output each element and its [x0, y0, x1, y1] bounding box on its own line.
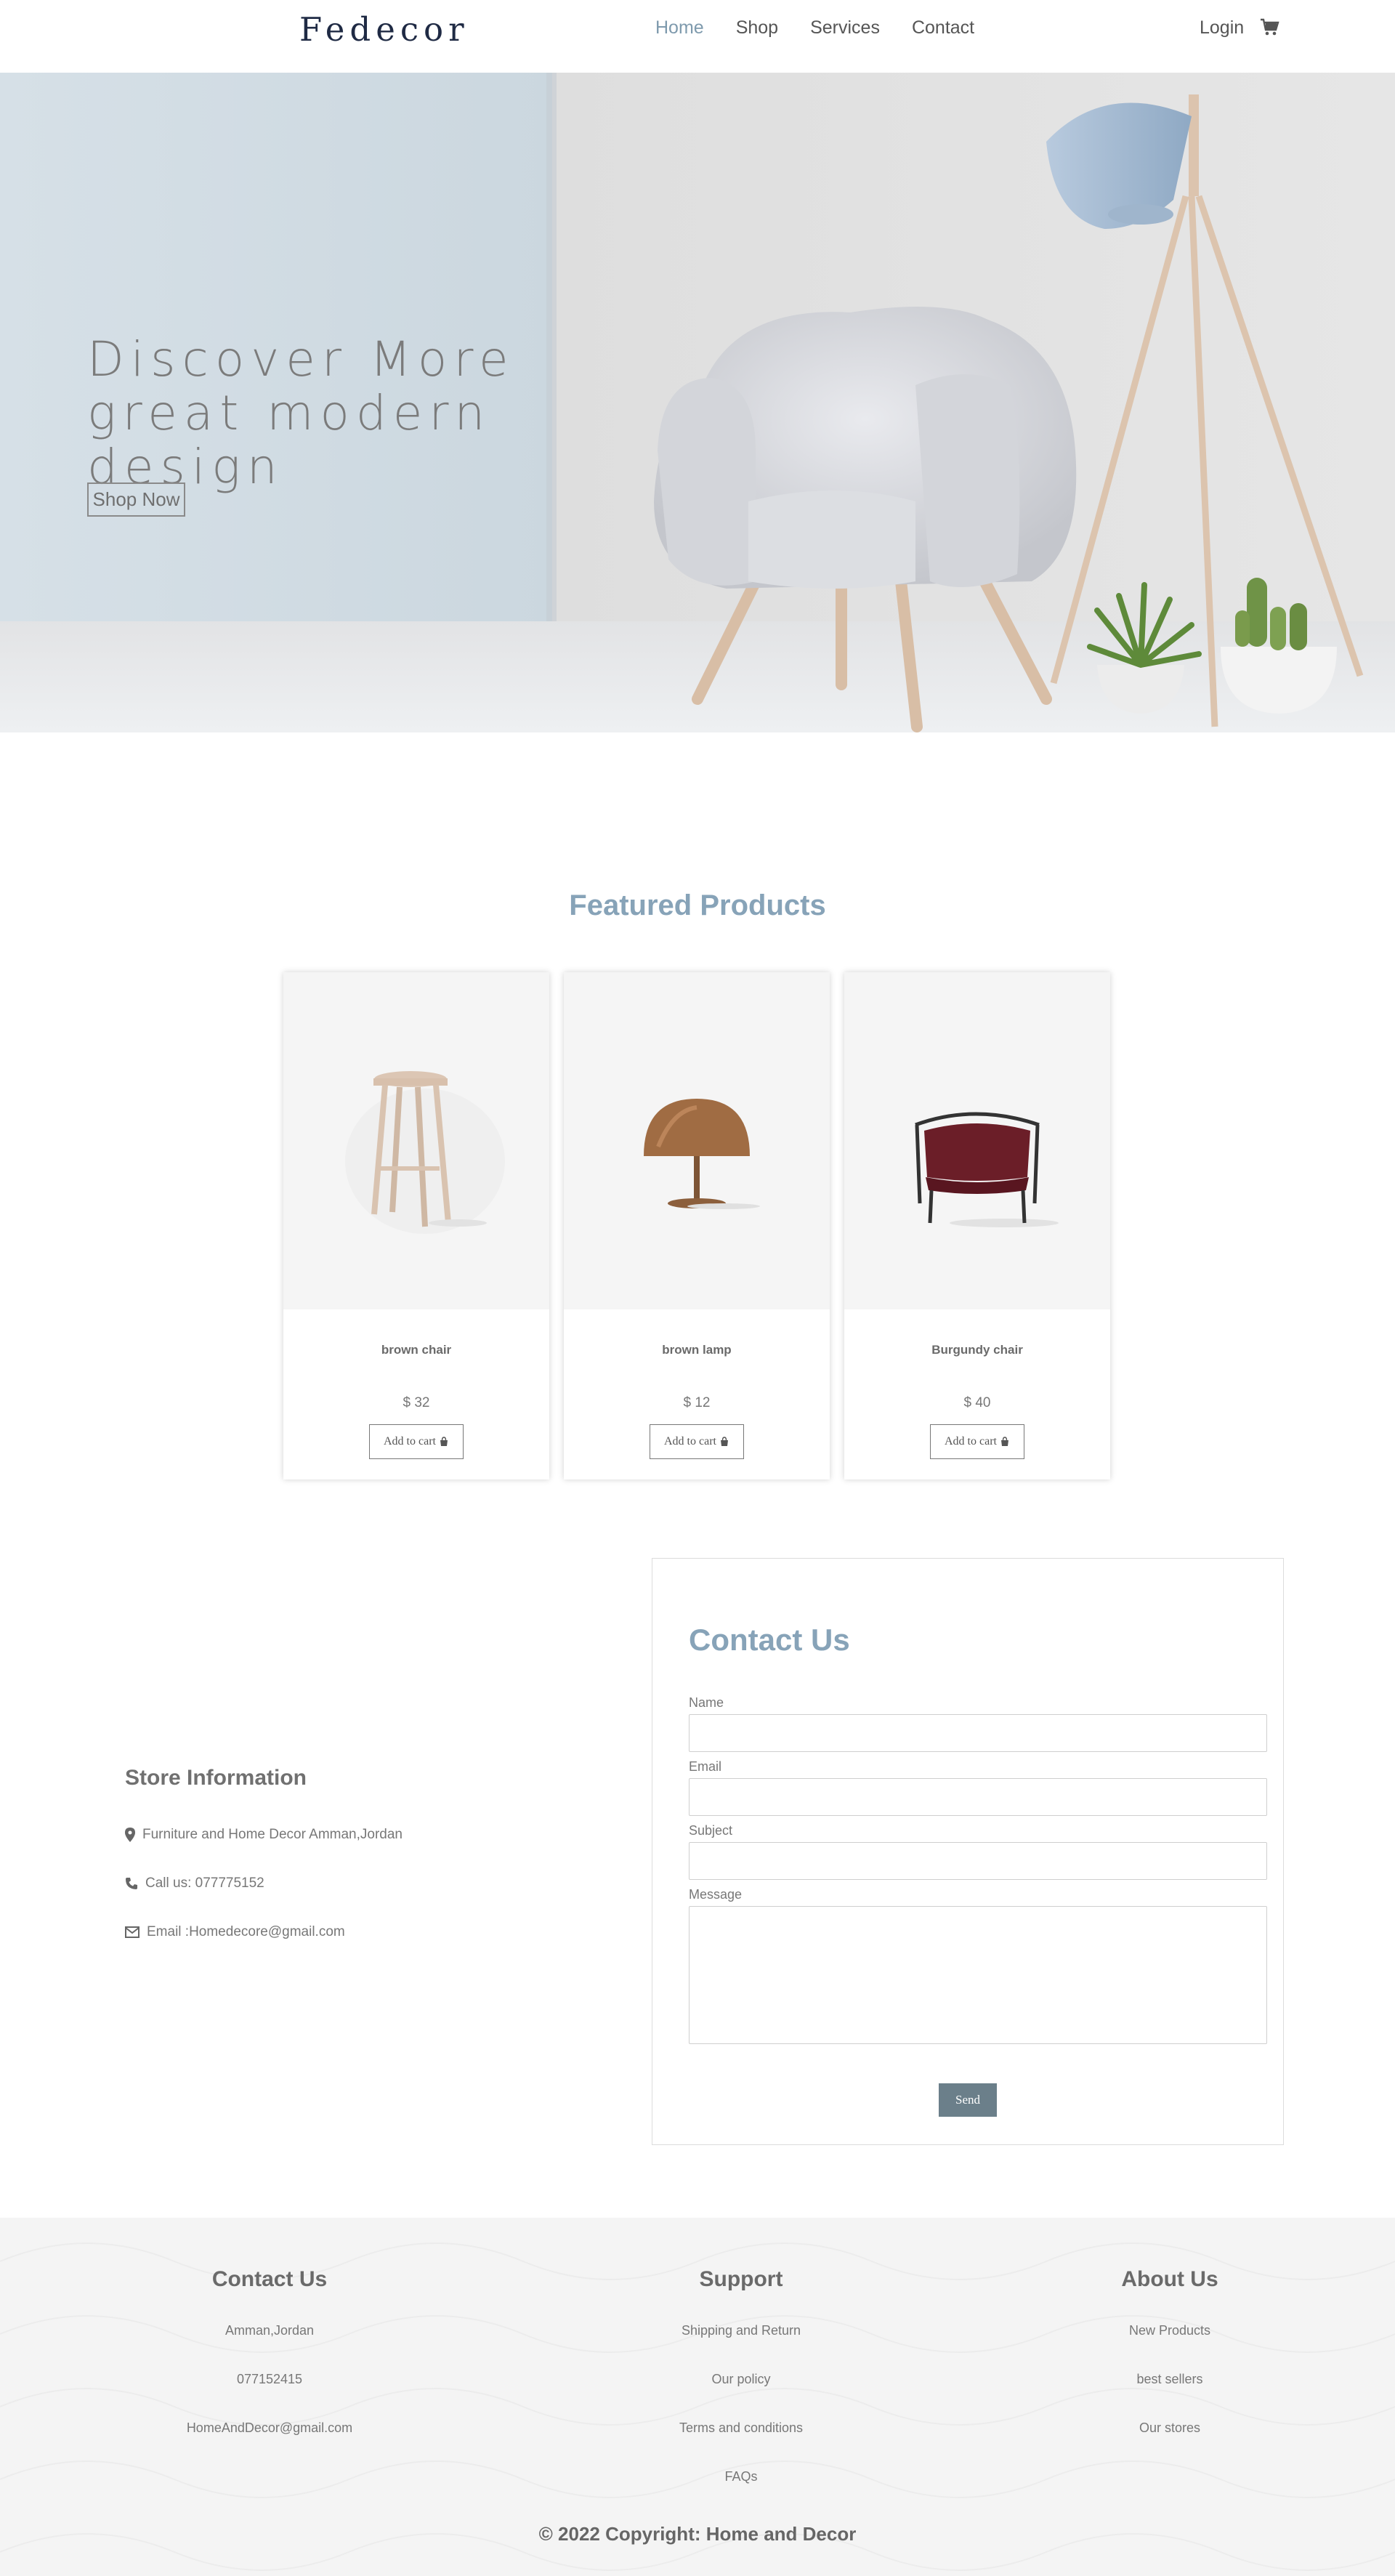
footer-link-stores[interactable]: Our stores: [1010, 2417, 1330, 2466]
footer-contact-column: Contact Us Amman,Jordan 077152415 HomeAn…: [110, 2267, 429, 2466]
footer-link-policy[interactable]: Our policy: [581, 2368, 901, 2417]
product-image[interactable]: [283, 972, 549, 1309]
site-logo[interactable]: Fedecor: [299, 10, 469, 49]
navbar: Fedecor Home Shop Services Contact Login: [0, 0, 1395, 73]
shopping-bag-icon: [1000, 1437, 1008, 1446]
store-phone: Call us: 077775152: [125, 1876, 264, 1891]
message-field[interactable]: [689, 1906, 1267, 2044]
send-button[interactable]: Send: [939, 2083, 997, 2117]
contact-form: Contact Us Name Email Subject Message Se…: [652, 1558, 1284, 2145]
add-to-cart-button[interactable]: Add to cart: [650, 1424, 744, 1459]
footer-support-column: Support Shipping and Return Our policy T…: [581, 2267, 901, 2514]
shopping-bag-icon: [440, 1437, 448, 1446]
add-to-cart-button[interactable]: Add to cart: [369, 1424, 464, 1459]
add-to-cart-button[interactable]: Add to cart: [930, 1424, 1024, 1459]
shopping-cart-icon[interactable]: [1260, 17, 1280, 38]
footer-contact-address: Amman,Jordan: [225, 2323, 315, 2338]
footer-link-new-products[interactable]: New Products: [1010, 2319, 1330, 2368]
product-price: $ 32: [403, 1395, 430, 1410]
subject-field[interactable]: [689, 1842, 1267, 1880]
footer: Contact Us Amman,Jordan 077152415 HomeAn…: [0, 2218, 1395, 2576]
add-to-cart-label: Add to cart: [664, 1435, 716, 1448]
add-to-cart-label: Add to cart: [945, 1435, 997, 1448]
shop-now-button[interactable]: Shop Now: [87, 483, 185, 517]
product-card: brown lamp $ 12 Add to cart: [564, 972, 830, 1479]
phone-icon: [126, 1878, 137, 1889]
login-link[interactable]: Login: [1200, 17, 1244, 39]
product-name: brown lamp: [662, 1343, 732, 1357]
store-phone-text: Call us: 077775152: [145, 1876, 264, 1891]
subject-label: Subject: [689, 1823, 733, 1838]
featured-title: Featured Products: [569, 889, 826, 921]
footer-support-title: Support: [699, 2267, 783, 2291]
email-label: Email: [689, 1759, 722, 1774]
name-label: Name: [689, 1695, 724, 1710]
nav-link-services[interactable]: Services: [810, 17, 880, 39]
map-marker-icon: [125, 1828, 135, 1842]
footer-contact-email[interactable]: HomeAndDecor@gmail.com: [110, 2417, 429, 2466]
add-to-cart-label: Add to cart: [384, 1435, 436, 1448]
footer-link-shipping[interactable]: Shipping and Return: [581, 2319, 901, 2368]
footer-link-terms[interactable]: Terms and conditions: [581, 2417, 901, 2466]
footer-contact-title: Contact Us: [211, 2267, 328, 2291]
footer-link-best-sellers[interactable]: best sellers: [1010, 2368, 1330, 2417]
footer-about-title: About Us: [1121, 2267, 1218, 2291]
footer-link-faqs[interactable]: FAQs: [581, 2466, 901, 2514]
contact-title: Contact Us: [689, 1623, 850, 1657]
product-card: Burgundy chair $ 40 Add to cart: [844, 972, 1110, 1479]
name-field[interactable]: [689, 1714, 1267, 1752]
hero-banner: Discover More great modern design Shop N…: [0, 73, 1395, 732]
product-image[interactable]: [844, 972, 1110, 1309]
product-price: $ 12: [683, 1395, 711, 1410]
product-grid: brown chair $ 32 Add to cart brown lamp …: [283, 972, 1112, 1479]
footer-contact-phone: 077152415: [236, 2372, 303, 2386]
product-price: $ 40: [963, 1395, 991, 1410]
product-image[interactable]: [564, 972, 830, 1309]
product-card: brown chair $ 32 Add to cart: [283, 972, 549, 1479]
store-email: Email :Homedecore@gmail.com: [125, 1924, 345, 1940]
store-info-title: Store Information: [125, 1766, 307, 1790]
footer-about-column: About Us New Products best sellers Our s…: [1010, 2267, 1330, 2466]
nav-link-contact[interactable]: Contact: [912, 17, 974, 39]
store-address: Furniture and Home Decor Amman,Jordan: [125, 1827, 403, 1843]
message-label: Message: [689, 1887, 743, 1902]
copyright: © 2022 Copyright: Home and Decor: [538, 2523, 857, 2545]
product-name: brown chair: [381, 1343, 452, 1357]
store-email-text: Email :Homedecore@gmail.com: [147, 1924, 345, 1939]
envelope-icon: [125, 1926, 140, 1938]
product-name: Burgundy chair: [931, 1343, 1023, 1357]
nav-link-home[interactable]: Home: [655, 17, 704, 39]
shopping-bag-icon: [720, 1437, 728, 1446]
email-field[interactable]: [689, 1778, 1267, 1816]
store-address-text: Furniture and Home Decor Amman,Jordan: [142, 1827, 403, 1842]
nav-links: Home Shop Services Contact: [655, 17, 974, 39]
nav-link-shop[interactable]: Shop: [736, 17, 778, 39]
hero-title: Discover More great modern design: [87, 331, 515, 495]
